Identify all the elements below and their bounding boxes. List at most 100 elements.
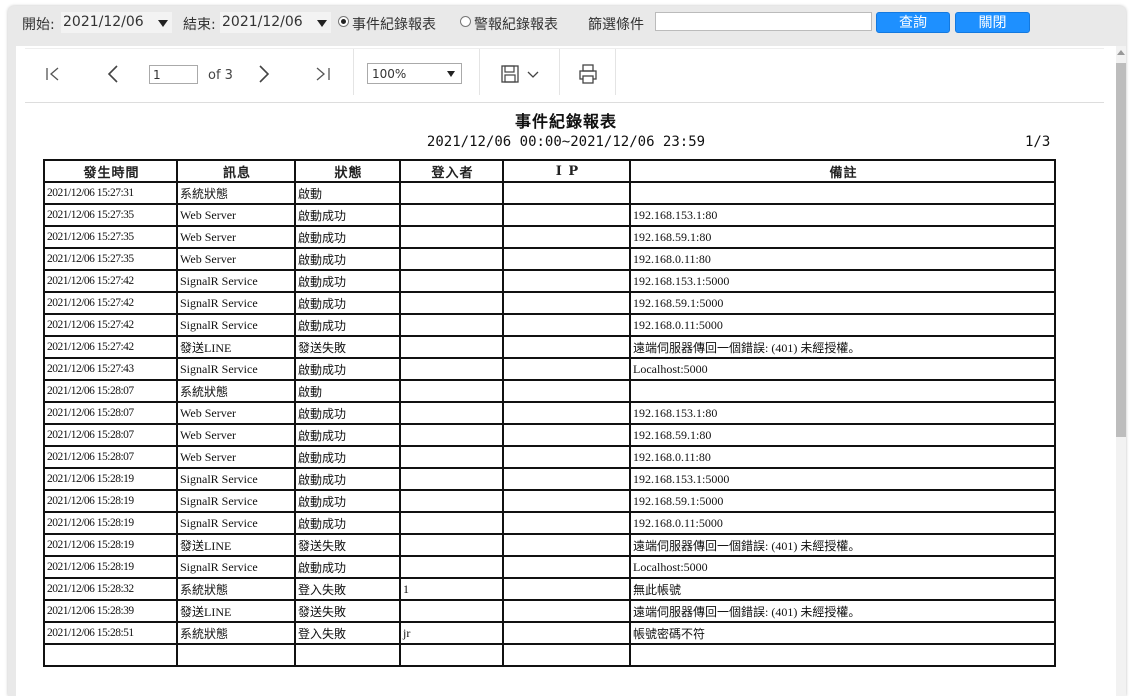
- cell-status: 發送失敗: [294, 599, 401, 623]
- cell-user: [399, 313, 504, 337]
- table-row: 2021/12/06 15:28:19 發送LINE 發送失敗 遠端伺服器傳回一個錯誤…: [43, 533, 1056, 557]
- scrollbar-thumb[interactable]: [1116, 63, 1126, 437]
- column-header-user: 登入者: [399, 159, 504, 183]
- cell-status: [294, 643, 401, 667]
- cell-user: [399, 181, 504, 205]
- cell-user: [399, 533, 504, 557]
- cell-user: [399, 555, 504, 579]
- zoom-value: 100%: [372, 67, 407, 81]
- table-row: 2021/12/06 15:27:42 SignalR Service 啟動成功 19…: [43, 313, 1056, 337]
- zoom-select[interactable]: 100%: [367, 63, 462, 84]
- cell-time: 2021/12/06 15:28:19: [43, 555, 178, 579]
- cell-message: 發送LINE: [176, 599, 296, 623]
- cell-ip: [502, 511, 631, 535]
- scroll-up-icon[interactable]: [1117, 50, 1125, 55]
- cell-message: 發送LINE: [176, 533, 296, 557]
- end-date-label: 結束:: [183, 17, 216, 33]
- table-row: 2021/12/06 15:28:19 SignalR Service 啟動成功 Lo…: [43, 555, 1056, 579]
- column-header-time: 發生時間: [43, 159, 178, 183]
- cell-ip: [502, 599, 631, 623]
- cell-note: 帳號密碼不符: [629, 621, 1056, 645]
- cell-status: 啟動成功: [294, 247, 401, 271]
- cell-note: Localhost:5000: [629, 357, 1056, 381]
- report-page-indicator: 1/3: [1025, 134, 1051, 150]
- cell-status: 啟動成功: [294, 511, 401, 535]
- event-report-radio[interactable]: [338, 16, 349, 27]
- cell-ip: [502, 247, 631, 271]
- cell-time: 2021/12/06 15:27:42: [43, 313, 178, 337]
- filter-condition-input[interactable]: [655, 12, 872, 31]
- next-page-icon[interactable]: [255, 64, 273, 84]
- start-date-select[interactable]: 2021/12/06: [61, 12, 172, 33]
- cell-status: 啟動成功: [294, 291, 401, 315]
- cell-note: 192.168.153.1:80: [629, 203, 1056, 227]
- cell-time: 2021/12/06 15:28:19: [43, 489, 178, 513]
- vertical-scrollbar[interactable]: [1116, 46, 1126, 696]
- previous-page-icon[interactable]: [104, 64, 122, 84]
- cell-time: 2021/12/06 15:27:43: [43, 357, 178, 381]
- page-number-input[interactable]: [149, 65, 198, 84]
- cell-message: 發送LINE: [176, 335, 296, 359]
- cell-status: 啟動成功: [294, 467, 401, 491]
- column-header-ip: I P: [502, 159, 631, 183]
- cell-time: 2021/12/06 15:27:35: [43, 203, 178, 227]
- cell-note: 無此帳號: [629, 577, 1056, 601]
- alarm-report-radio[interactable]: [460, 16, 471, 27]
- chevron-down-icon: [447, 71, 455, 77]
- cell-ip: [502, 203, 631, 227]
- toolbar-divider: [353, 49, 354, 95]
- table-row: 2021/12/06 15:28:07 Web Server 啟動成功 192.168…: [43, 401, 1056, 425]
- cell-status: 啟動: [294, 181, 401, 205]
- last-page-icon[interactable]: [314, 65, 332, 83]
- end-date-select[interactable]: 2021/12/06: [220, 12, 331, 33]
- cell-message: [176, 643, 296, 667]
- cell-message: 系統狀態: [176, 577, 296, 601]
- start-date-label: 開始:: [22, 17, 55, 33]
- cell-ip: [502, 357, 631, 381]
- table-row: 2021/12/06 15:27:42 發送LINE 發送失敗 遠端伺服器傳回一個錯誤…: [43, 335, 1056, 359]
- cell-note: 192.168.153.1:5000: [629, 269, 1056, 293]
- cell-status: 發送失敗: [294, 533, 401, 557]
- cell-status: 啟動成功: [294, 401, 401, 425]
- cell-user: [399, 445, 504, 469]
- first-page-icon[interactable]: [44, 65, 62, 83]
- close-button[interactable]: 關閉: [955, 12, 1030, 33]
- cell-message: 系統狀態: [176, 379, 296, 403]
- cell-user: 1: [399, 577, 504, 601]
- table-row: 2021/12/06 15:27:35 Web Server 啟動成功 192.168…: [43, 247, 1056, 271]
- table-row: 2021/12/06 15:28:07 Web Server 啟動成功 192.168…: [43, 445, 1056, 469]
- save-icon[interactable]: [500, 64, 520, 84]
- print-icon[interactable]: [578, 63, 598, 85]
- filter-bar: 開始: 2021/12/06 結束: 2021/12/06 事件紀錄報表 警報紀…: [8, 6, 1126, 40]
- cell-note: 遠端伺服器傳回一個錯誤: (401) 未經授權。: [629, 599, 1056, 623]
- cell-user: [399, 467, 504, 491]
- cell-ip: [502, 423, 631, 447]
- cell-user: [399, 203, 504, 227]
- cell-status: 啟動成功: [294, 555, 401, 579]
- cell-time: 2021/12/06 15:27:42: [43, 269, 178, 293]
- table-row: 2021/12/06 15:27:35 Web Server 啟動成功 192.168…: [43, 203, 1056, 227]
- column-header-message: 訊息: [176, 159, 296, 183]
- cell-message: SignalR Service: [176, 467, 296, 491]
- report-window: 開始: 2021/12/06 結束: 2021/12/06 事件紀錄報表 警報紀…: [8, 6, 1126, 696]
- cell-note: 192.168.0.11:5000: [629, 313, 1056, 337]
- query-button[interactable]: 查詢: [876, 12, 950, 33]
- cell-note: 192.168.0.11:80: [629, 445, 1056, 469]
- cell-status: 啟動成功: [294, 313, 401, 337]
- cell-time: 2021/12/06 15:27:35: [43, 225, 178, 249]
- table-row: 2021/12/06 15:27:43 SignalR Service 啟動成功 Lo…: [43, 357, 1056, 381]
- cell-user: [399, 643, 504, 667]
- table-row: 2021/12/06 15:28:07 系統狀態 啟動: [43, 379, 1056, 403]
- cell-message: SignalR Service: [176, 357, 296, 381]
- table-row: 2021/12/06 15:28:32 系統狀態 登入失敗 1 無此帳號: [43, 577, 1056, 601]
- alarm-report-label[interactable]: 警報紀錄報表: [474, 14, 558, 34]
- event-report-label[interactable]: 事件紀錄報表: [352, 14, 436, 34]
- cell-user: [399, 379, 504, 403]
- chevron-down-icon[interactable]: [527, 70, 539, 80]
- cell-ip: [502, 577, 631, 601]
- end-date-value: 2021/12/06: [222, 14, 303, 30]
- table-row: 2021/12/06 15:27:31 系統狀態 啟動: [43, 181, 1056, 205]
- toolbar-divider: [615, 49, 616, 95]
- report-date-range: 2021/12/06 00:00~2021/12/06 23:59: [426, 134, 706, 150]
- cell-note: 遠端伺服器傳回一個錯誤: (401) 未經授權。: [629, 533, 1056, 557]
